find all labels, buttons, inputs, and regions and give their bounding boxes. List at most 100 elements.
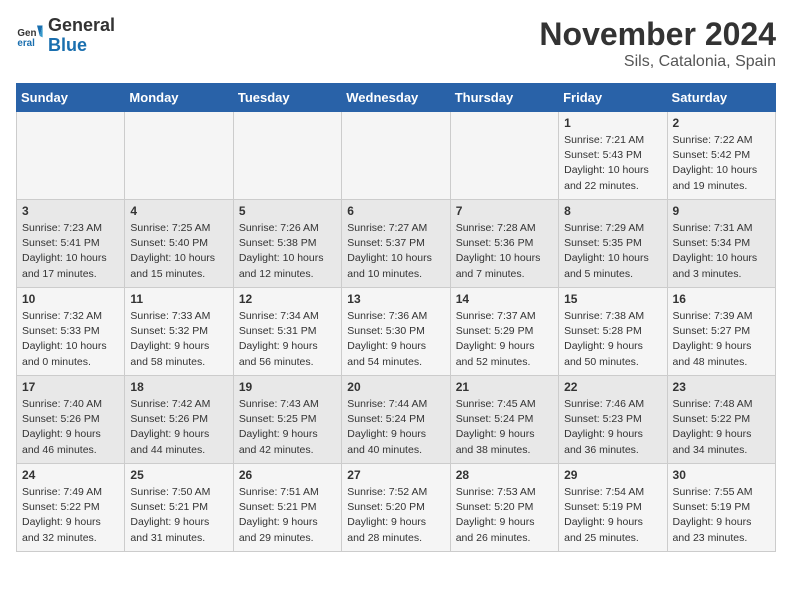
day-number: 13: [347, 292, 444, 306]
page-header: Gen eral General Blue November 2024 Sils…: [16, 16, 776, 71]
day-number: 19: [239, 380, 336, 394]
day-number: 30: [673, 468, 770, 482]
calendar-cell: 4 Sunrise: 7:25 AMSunset: 5:40 PMDayligh…: [125, 200, 233, 288]
general-blue-logo-icon: Gen eral: [16, 22, 44, 50]
day-info: Sunrise: 7:42 AMSunset: 5:26 PMDaylight:…: [130, 397, 227, 458]
day-info: Sunrise: 7:29 AMSunset: 5:35 PMDaylight:…: [564, 221, 661, 282]
day-number: 18: [130, 380, 227, 394]
day-number: 7: [456, 204, 553, 218]
day-info: Sunrise: 7:33 AMSunset: 5:32 PMDaylight:…: [130, 309, 227, 370]
day-number: 16: [673, 292, 770, 306]
calendar-cell: 19 Sunrise: 7:43 AMSunset: 5:25 PMDaylig…: [233, 376, 341, 464]
calendar-cell: [233, 112, 341, 200]
day-info: Sunrise: 7:44 AMSunset: 5:24 PMDaylight:…: [347, 397, 444, 458]
calendar-cell: 25 Sunrise: 7:50 AMSunset: 5:21 PMDaylig…: [125, 464, 233, 552]
calendar-cell: 17 Sunrise: 7:40 AMSunset: 5:26 PMDaylig…: [17, 376, 125, 464]
week-row-3: 10 Sunrise: 7:32 AMSunset: 5:33 PMDaylig…: [17, 288, 776, 376]
day-info: Sunrise: 7:34 AMSunset: 5:31 PMDaylight:…: [239, 309, 336, 370]
calendar-cell: 18 Sunrise: 7:42 AMSunset: 5:26 PMDaylig…: [125, 376, 233, 464]
day-info: Sunrise: 7:48 AMSunset: 5:22 PMDaylight:…: [673, 397, 770, 458]
weekday-header-thursday: Thursday: [450, 84, 558, 112]
day-info: Sunrise: 7:22 AMSunset: 5:42 PMDaylight:…: [673, 133, 770, 194]
calendar-cell: 8 Sunrise: 7:29 AMSunset: 5:35 PMDayligh…: [559, 200, 667, 288]
month-title: November 2024: [539, 16, 776, 53]
day-info: Sunrise: 7:39 AMSunset: 5:27 PMDaylight:…: [673, 309, 770, 370]
weekday-header-saturday: Saturday: [667, 84, 775, 112]
logo-text: General Blue: [48, 16, 115, 56]
calendar-cell: 15 Sunrise: 7:38 AMSunset: 5:28 PMDaylig…: [559, 288, 667, 376]
weekday-header-row: SundayMondayTuesdayWednesdayThursdayFrid…: [17, 84, 776, 112]
day-info: Sunrise: 7:45 AMSunset: 5:24 PMDaylight:…: [456, 397, 553, 458]
location: Sils, Catalonia, Spain: [539, 53, 776, 71]
weekday-header-monday: Monday: [125, 84, 233, 112]
day-number: 27: [347, 468, 444, 482]
day-number: 24: [22, 468, 119, 482]
day-info: Sunrise: 7:43 AMSunset: 5:25 PMDaylight:…: [239, 397, 336, 458]
logo-general: General: [48, 15, 115, 35]
day-number: 6: [347, 204, 444, 218]
calendar-cell: 29 Sunrise: 7:54 AMSunset: 5:19 PMDaylig…: [559, 464, 667, 552]
logo: Gen eral General Blue: [16, 16, 115, 56]
calendar-cell: [125, 112, 233, 200]
logo-blue: Blue: [48, 35, 87, 55]
calendar-cell: 14 Sunrise: 7:37 AMSunset: 5:29 PMDaylig…: [450, 288, 558, 376]
day-info: Sunrise: 7:53 AMSunset: 5:20 PMDaylight:…: [456, 485, 553, 546]
calendar-cell: 30 Sunrise: 7:55 AMSunset: 5:19 PMDaylig…: [667, 464, 775, 552]
day-info: Sunrise: 7:52 AMSunset: 5:20 PMDaylight:…: [347, 485, 444, 546]
day-number: 25: [130, 468, 227, 482]
title-block: November 2024 Sils, Catalonia, Spain: [539, 16, 776, 71]
calendar-cell: 11 Sunrise: 7:33 AMSunset: 5:32 PMDaylig…: [125, 288, 233, 376]
calendar-cell: 3 Sunrise: 7:23 AMSunset: 5:41 PMDayligh…: [17, 200, 125, 288]
calendar-cell: 9 Sunrise: 7:31 AMSunset: 5:34 PMDayligh…: [667, 200, 775, 288]
calendar-cell: 1 Sunrise: 7:21 AMSunset: 5:43 PMDayligh…: [559, 112, 667, 200]
weekday-header-friday: Friday: [559, 84, 667, 112]
day-number: 12: [239, 292, 336, 306]
day-info: Sunrise: 7:46 AMSunset: 5:23 PMDaylight:…: [564, 397, 661, 458]
day-info: Sunrise: 7:36 AMSunset: 5:30 PMDaylight:…: [347, 309, 444, 370]
day-info: Sunrise: 7:31 AMSunset: 5:34 PMDaylight:…: [673, 221, 770, 282]
calendar-cell: 6 Sunrise: 7:27 AMSunset: 5:37 PMDayligh…: [342, 200, 450, 288]
calendar-cell: [342, 112, 450, 200]
day-info: Sunrise: 7:28 AMSunset: 5:36 PMDaylight:…: [456, 221, 553, 282]
calendar-cell: 21 Sunrise: 7:45 AMSunset: 5:24 PMDaylig…: [450, 376, 558, 464]
calendar-cell: 16 Sunrise: 7:39 AMSunset: 5:27 PMDaylig…: [667, 288, 775, 376]
calendar-cell: 5 Sunrise: 7:26 AMSunset: 5:38 PMDayligh…: [233, 200, 341, 288]
calendar-cell: 12 Sunrise: 7:34 AMSunset: 5:31 PMDaylig…: [233, 288, 341, 376]
day-info: Sunrise: 7:27 AMSunset: 5:37 PMDaylight:…: [347, 221, 444, 282]
day-number: 23: [673, 380, 770, 394]
day-number: 29: [564, 468, 661, 482]
day-info: Sunrise: 7:55 AMSunset: 5:19 PMDaylight:…: [673, 485, 770, 546]
day-info: Sunrise: 7:50 AMSunset: 5:21 PMDaylight:…: [130, 485, 227, 546]
day-info: Sunrise: 7:37 AMSunset: 5:29 PMDaylight:…: [456, 309, 553, 370]
calendar-cell: [17, 112, 125, 200]
day-number: 9: [673, 204, 770, 218]
calendar-cell: 2 Sunrise: 7:22 AMSunset: 5:42 PMDayligh…: [667, 112, 775, 200]
day-number: 8: [564, 204, 661, 218]
calendar-cell: 23 Sunrise: 7:48 AMSunset: 5:22 PMDaylig…: [667, 376, 775, 464]
weekday-header-sunday: Sunday: [17, 84, 125, 112]
day-number: 22: [564, 380, 661, 394]
calendar-cell: [450, 112, 558, 200]
day-info: Sunrise: 7:38 AMSunset: 5:28 PMDaylight:…: [564, 309, 661, 370]
day-info: Sunrise: 7:32 AMSunset: 5:33 PMDaylight:…: [22, 309, 119, 370]
calendar-cell: 26 Sunrise: 7:51 AMSunset: 5:21 PMDaylig…: [233, 464, 341, 552]
day-number: 11: [130, 292, 227, 306]
calendar-cell: 27 Sunrise: 7:52 AMSunset: 5:20 PMDaylig…: [342, 464, 450, 552]
day-number: 28: [456, 468, 553, 482]
week-row-1: 1 Sunrise: 7:21 AMSunset: 5:43 PMDayligh…: [17, 112, 776, 200]
calendar-cell: 22 Sunrise: 7:46 AMSunset: 5:23 PMDaylig…: [559, 376, 667, 464]
day-number: 4: [130, 204, 227, 218]
day-number: 2: [673, 116, 770, 130]
calendar-cell: 10 Sunrise: 7:32 AMSunset: 5:33 PMDaylig…: [17, 288, 125, 376]
day-info: Sunrise: 7:54 AMSunset: 5:19 PMDaylight:…: [564, 485, 661, 546]
day-info: Sunrise: 7:23 AMSunset: 5:41 PMDaylight:…: [22, 221, 119, 282]
calendar-cell: 7 Sunrise: 7:28 AMSunset: 5:36 PMDayligh…: [450, 200, 558, 288]
calendar-cell: 24 Sunrise: 7:49 AMSunset: 5:22 PMDaylig…: [17, 464, 125, 552]
weekday-header-wednesday: Wednesday: [342, 84, 450, 112]
week-row-2: 3 Sunrise: 7:23 AMSunset: 5:41 PMDayligh…: [17, 200, 776, 288]
day-number: 20: [347, 380, 444, 394]
calendar-cell: 20 Sunrise: 7:44 AMSunset: 5:24 PMDaylig…: [342, 376, 450, 464]
day-number: 26: [239, 468, 336, 482]
day-number: 14: [456, 292, 553, 306]
day-number: 17: [22, 380, 119, 394]
